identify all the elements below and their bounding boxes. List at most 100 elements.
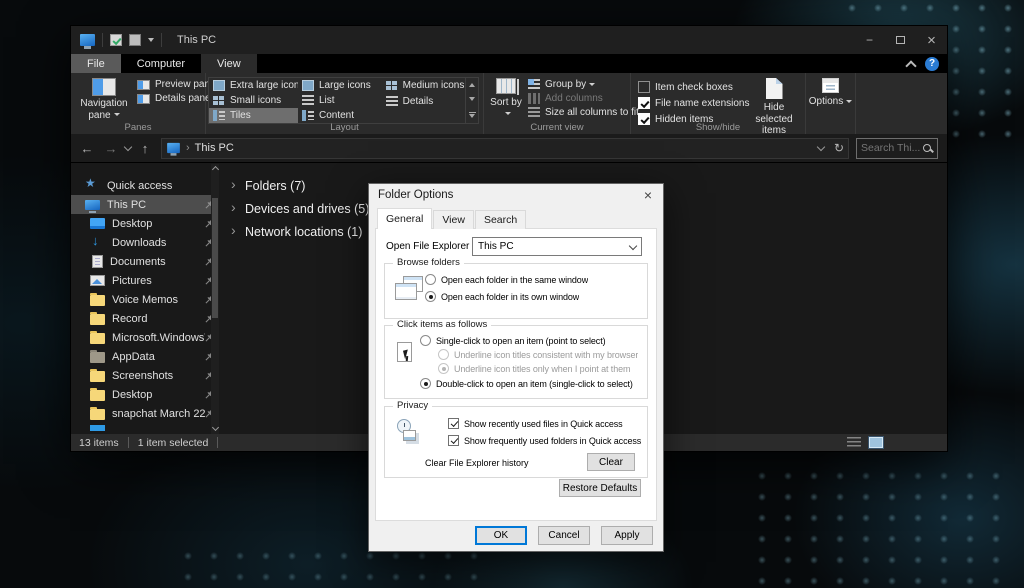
sidebar-item-snapchat[interactable]: snapchat March 22 <box>71 404 219 423</box>
gallery-more-icon[interactable] <box>469 112 476 118</box>
minimize-button[interactable] <box>854 26 885 54</box>
sidebar-item-record[interactable]: Record <box>71 309 219 328</box>
sidebar-item-desktop-folder[interactable]: Desktop <box>71 385 219 404</box>
customize-toolbar-icon[interactable] <box>148 38 154 42</box>
wallpaper-droplets <box>754 468 1014 588</box>
sidebar-item-partial[interactable] <box>71 423 219 431</box>
list-icon <box>302 95 314 106</box>
maximize-button[interactable] <box>885 26 916 54</box>
browse-folders-icon <box>395 276 425 302</box>
apply-button[interactable]: Apply <box>601 526 653 545</box>
chevron-down-icon <box>846 100 852 103</box>
scroll-up-icon[interactable] <box>211 164 219 174</box>
details-view-icon[interactable] <box>847 437 861 448</box>
browse-folders-group: Browse folders Open each folder in the s… <box>384 263 648 319</box>
checkbox-recent-files[interactable]: Show recently used files in Quick access <box>448 418 623 429</box>
layout-option-small-icons[interactable]: Small icons <box>209 93 298 108</box>
sidebar-item-voice-memos[interactable]: Voice Memos <box>71 290 219 309</box>
sort-by-icon <box>496 78 516 94</box>
tab-view[interactable]: View <box>433 210 474 229</box>
layout-option-extra-large-icons[interactable]: Extra large icons <box>209 78 298 93</box>
folder-icon <box>90 371 105 382</box>
ok-button[interactable]: OK <box>475 526 527 545</box>
options-button[interactable]: Options <box>805 76 857 134</box>
forward-button[interactable] <box>99 141 123 156</box>
tab-search[interactable]: Search <box>475 210 526 229</box>
chevron-down-icon <box>629 242 637 250</box>
tab-file[interactable]: File <box>71 54 121 73</box>
this-pc-icon <box>167 143 180 153</box>
sidebar-item-downloads[interactable]: Downloads <box>71 233 219 252</box>
scroll-down-icon[interactable] <box>211 424 219 434</box>
layout-option-tiles[interactable]: Tiles <box>209 108 298 123</box>
recent-locations-icon[interactable] <box>123 143 133 153</box>
radio-same-window[interactable]: Open each folder in the same window <box>425 274 588 285</box>
scrollbar-thumb[interactable] <box>212 198 218 318</box>
address-dropdown-icon[interactable] <box>816 143 826 153</box>
ribbon-group-current-view: Sort by Group by Add columns Size all co… <box>484 73 631 134</box>
gallery-column: Medium icons Details <box>382 78 466 123</box>
clear-button[interactable]: Clear <box>587 453 635 471</box>
thumbnail-view-icon[interactable] <box>869 437 883 448</box>
sidebar-item-this-pc[interactable]: This PC <box>71 195 219 214</box>
open-to-select[interactable]: This PC <box>472 237 642 256</box>
sidebar-item-pictures[interactable]: Pictures <box>71 271 219 290</box>
item-check-boxes-checkbox[interactable]: Item check boxes <box>638 81 743 93</box>
layout-option-details[interactable]: Details <box>382 94 466 110</box>
tab-general[interactable]: General <box>377 208 432 229</box>
cancel-button[interactable]: Cancel <box>538 526 590 545</box>
properties-icon[interactable] <box>110 34 122 46</box>
back-button[interactable] <box>75 141 99 156</box>
radio-double-click[interactable]: Double-click to open an item (single-cli… <box>420 378 633 389</box>
refresh-icon[interactable] <box>834 141 844 155</box>
sidebar-item-quick-access[interactable]: Quick access <box>71 176 219 195</box>
sidebar-scrollbar[interactable] <box>211 164 219 434</box>
dialog-close-icon[interactable] <box>633 184 663 206</box>
radio-off-icon <box>425 274 436 285</box>
breadcrumb: This PC <box>166 142 234 154</box>
layout-option-medium-icons[interactable]: Medium icons <box>382 78 466 94</box>
folder-icon <box>90 409 105 420</box>
layout-option-content[interactable]: Content <box>298 108 382 123</box>
group-by-button[interactable]: Group by <box>528 79 639 90</box>
sidebar-item-documents[interactable]: Documents <box>71 252 219 271</box>
address-box[interactable]: This PC <box>161 138 849 159</box>
search-icon[interactable] <box>922 143 933 154</box>
gallery-scroll-up-icon[interactable] <box>469 83 475 87</box>
breadcrumb-separator-icon <box>186 142 190 154</box>
details-pane-button[interactable]: Details pane <box>137 93 216 104</box>
file-name-extensions-checkbox[interactable]: File name extensions <box>638 97 743 109</box>
sidebar-item-desktop[interactable]: Desktop <box>71 214 219 233</box>
checkbox-frequent-folders[interactable]: Show frequently used folders in Quick ac… <box>448 435 641 446</box>
restore-defaults-button[interactable]: Restore Defaults <box>559 479 641 497</box>
search-input[interactable] <box>861 142 922 154</box>
tab-view[interactable]: View <box>201 54 257 73</box>
breadcrumb-this-pc[interactable]: This PC <box>195 142 234 154</box>
document-icon <box>92 255 103 268</box>
folder-icon <box>90 314 105 325</box>
radio-own-window[interactable]: Open each folder in its own window <box>425 291 579 302</box>
collapse-ribbon-icon[interactable] <box>906 59 915 68</box>
radio-single-click[interactable]: Single-click to open an item (point to s… <box>420 335 606 346</box>
up-button[interactable] <box>133 141 157 156</box>
preview-pane-button[interactable]: Preview pane <box>137 79 216 90</box>
layout-option-large-icons[interactable]: Large icons <box>298 78 382 93</box>
size-all-columns-button[interactable]: Size all columns to fit <box>528 107 639 118</box>
gallery-column: Extra large icons Small icons Tiles <box>209 78 298 123</box>
tab-computer[interactable]: Computer <box>121 54 201 73</box>
close-button[interactable] <box>916 26 947 54</box>
ribbon-group-options: Options <box>806 73 856 134</box>
chevron-right-icon[interactable] <box>229 180 241 192</box>
new-folder-icon[interactable] <box>129 34 141 46</box>
layout-group-label: Layout <box>206 122 483 133</box>
sidebar-item-microsoft-windowste[interactable]: Microsoft.WindowsTe <box>71 328 219 347</box>
sidebar-item-appdata[interactable]: AppData <box>71 347 219 366</box>
ribbon-group-panes: Navigation pane Preview pane Details pan… <box>71 73 206 134</box>
chevron-right-icon[interactable] <box>229 226 241 238</box>
chevron-down-icon <box>114 113 120 116</box>
chevron-right-icon[interactable] <box>229 203 241 215</box>
help-icon[interactable]: ? <box>925 57 939 71</box>
gallery-scroll-down-icon[interactable] <box>469 97 475 101</box>
layout-option-list[interactable]: List <box>298 93 382 108</box>
sidebar-item-screenshots[interactable]: Screenshots <box>71 366 219 385</box>
